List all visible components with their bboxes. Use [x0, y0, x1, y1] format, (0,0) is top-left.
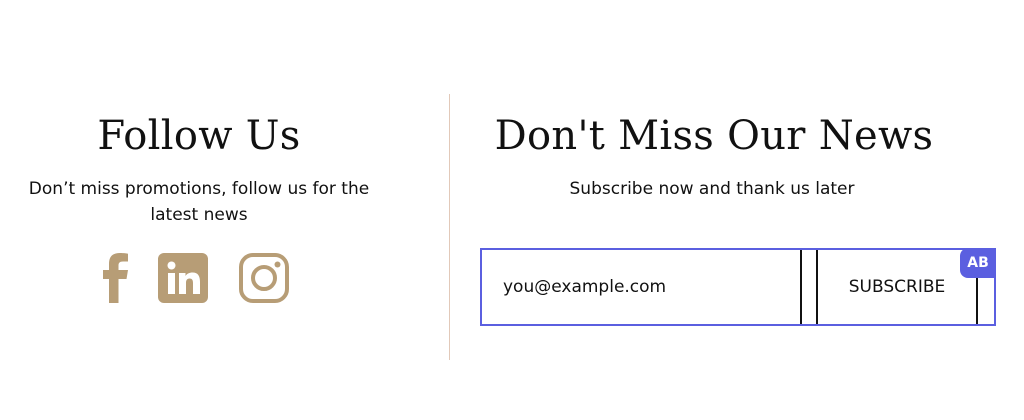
- subscribe-button[interactable]: SUBSCRIBE: [816, 250, 978, 324]
- newsletter-section: Follow Us Don’t miss promotions, follow …: [0, 0, 1024, 420]
- linkedin-icon[interactable]: [158, 253, 208, 303]
- follow-us-title: Follow Us: [97, 113, 301, 159]
- news-section: Don't Miss Our News Subscribe now and th…: [480, 108, 944, 202]
- instagram-icon[interactable]: [239, 253, 289, 303]
- news-subtitle: Subscribe now and thank us later: [569, 179, 855, 199]
- news-title: Don't Miss Our News: [494, 113, 934, 159]
- section-divider: [449, 94, 450, 360]
- facebook-icon[interactable]: [100, 253, 132, 303]
- subscribe-form: SUBSCRIBE AB: [480, 248, 996, 326]
- follow-us-text: Don’t miss promotions, follow us for the…: [28, 179, 370, 225]
- form-separator: [800, 250, 802, 324]
- ab-badge[interactable]: AB: [960, 248, 996, 278]
- email-input[interactable]: [482, 250, 800, 324]
- follow-us-section: Follow Us Don’t miss promotions, follow …: [0, 108, 398, 228]
